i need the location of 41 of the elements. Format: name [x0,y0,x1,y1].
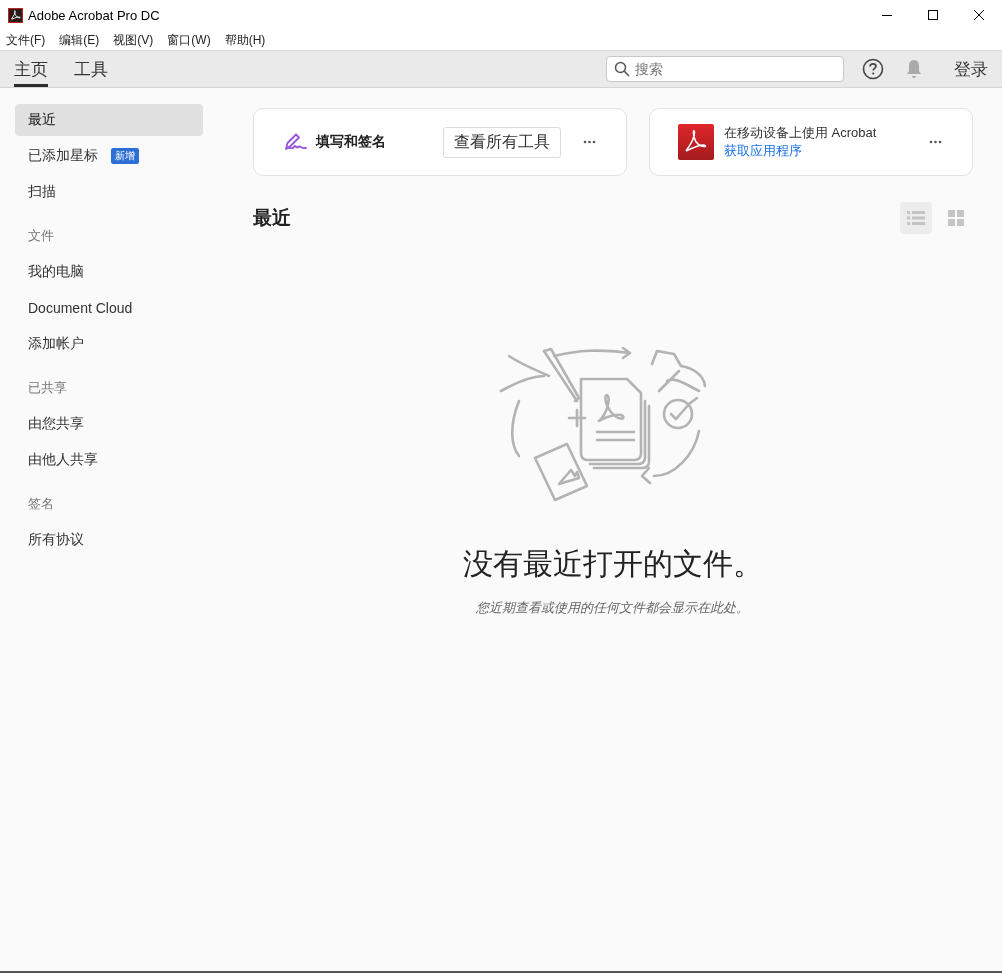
sidebar-item[interactable]: 已添加星标 新增 [15,140,203,172]
section-title: 最近 [253,206,292,230]
list-view-button[interactable] [900,202,932,234]
more-options-icon[interactable] [929,140,942,144]
tab[interactable]: 工具 [74,51,108,87]
sidebar-item[interactable]: 最近 [15,104,203,136]
window-title: Adobe Acrobat Pro DC [28,7,161,23]
sidebar-section-header: 已共享 [27,379,68,397]
menu-item[interactable]: 窗口(W) [167,31,211,49]
empty-state-message: 您近期查看或使用的任何文件都会显示在此处。 [476,599,749,617]
tool-title[interactable]: 填写和签名 [316,133,443,151]
sidebar-item[interactable]: 所有协议 [15,524,203,556]
list-view-icon [907,210,925,226]
menu-item[interactable]: 帮助(H) [224,31,266,49]
sidebar-item[interactable]: 由您共享 [15,408,203,440]
get-app-link[interactable]: 获取应用程序 [724,142,929,160]
sidebar-item[interactable]: 由他人共享 [15,444,203,476]
sidebar-item[interactable]: 我的电脑 [15,256,203,288]
sidebar-section-header: 签名 [27,495,55,513]
sidebar-item[interactable]: 扫描 [15,176,203,208]
sidebar-item-label: 已添加星标 [28,147,98,165]
grid-view-icon [948,210,964,226]
sign-in-link[interactable]: 登录 [954,57,988,81]
sidebar-item[interactable]: 添加帐户 [15,328,203,360]
menu-item[interactable]: 编辑(E) [59,31,100,49]
sidebar-item[interactable]: Document Cloud [15,292,203,324]
menu-item[interactable]: 视图(V) [113,31,154,49]
app-logo-icon [678,124,714,160]
promo-text: 在移动设备上使用 Acrobat [724,124,878,142]
empty-state-title: 没有最近打开的文件。 [462,546,763,582]
new-badge: 新增 [111,148,139,164]
menu-item[interactable]: 文件(F) [6,31,46,49]
search-field[interactable]: 搜索 [606,56,844,82]
more-options-icon[interactable] [583,140,596,144]
tab[interactable]: 主页 [14,51,48,87]
pen-signature-icon [284,132,308,152]
notification-bell-icon[interactable] [904,58,924,80]
app-logo-icon [8,7,23,23]
view-all-tools-button[interactable]: 查看所有工具 [443,126,561,158]
sidebar-section-header: 文件 [27,227,55,245]
help-icon[interactable] [862,58,884,80]
